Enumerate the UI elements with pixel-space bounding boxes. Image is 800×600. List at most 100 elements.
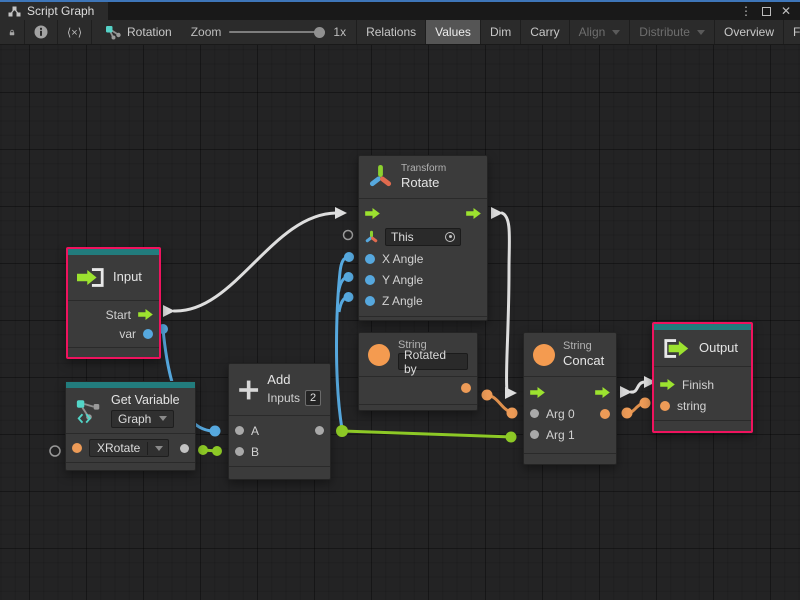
port-label: A — [251, 424, 259, 438]
string-node-header: String Rotated by — [359, 333, 477, 376]
port-label: Y Angle — [382, 273, 423, 287]
value-input-port[interactable] — [235, 426, 244, 435]
maximize-icon[interactable] — [758, 3, 774, 19]
rotate-node-header: Transform Rotate — [359, 156, 487, 198]
flow-output-port[interactable] — [595, 387, 610, 398]
variable-icon — [75, 396, 103, 425]
port-label: Finish — [682, 378, 714, 392]
node-rotate[interactable]: Transform Rotate This — [358, 155, 488, 321]
zoom-value: 1x — [333, 25, 346, 39]
input-event-icon — [77, 267, 105, 288]
values-button[interactable]: Values — [426, 20, 481, 44]
script-graph-window: Script Graph ⋮ ✕ ⟨×⟩ — [0, 0, 800, 600]
flow-input-port[interactable] — [365, 208, 380, 219]
inputs-count-field[interactable]: 2 — [305, 390, 321, 406]
maximize-glyph — [762, 7, 771, 16]
toolbar-right-buttons: Relations Values Dim Carry Align Distrib… — [357, 20, 800, 44]
node-get-variable[interactable]: Get Variable Graph XRotate — [65, 381, 196, 471]
carry-button[interactable]: Carry — [521, 20, 569, 44]
variable-name-port[interactable] — [72, 443, 82, 453]
value-output-port[interactable] — [600, 409, 610, 419]
variable-name: XRotate — [90, 440, 147, 456]
transform-icon — [365, 230, 378, 244]
tab-script-graph[interactable]: Script Graph — [0, 2, 108, 20]
value-input-port[interactable] — [530, 430, 539, 439]
info-button[interactable] — [25, 20, 58, 44]
object-picker-icon[interactable] — [445, 232, 455, 242]
lock-button[interactable] — [0, 20, 25, 44]
this-value: This — [391, 230, 414, 244]
carry-label: Carry — [530, 25, 559, 39]
value-input-port[interactable] — [530, 409, 539, 418]
port-label: B — [251, 445, 259, 459]
string-value-field[interactable]: Rotated by — [398, 353, 468, 370]
flow-output-port[interactable] — [138, 309, 153, 320]
variable-name-dropdown[interactable]: XRotate — [89, 439, 169, 457]
code-view-glyph: ⟨×⟩ — [67, 26, 82, 39]
port-row-finish: Finish — [654, 374, 751, 395]
value-output-port[interactable] — [143, 329, 153, 339]
window-menu-icon[interactable]: ⋮ — [738, 3, 754, 19]
node-title: Concat — [563, 354, 604, 369]
zoom-label: Zoom — [191, 25, 222, 39]
zoom-slider[interactable] — [229, 31, 325, 33]
flow-input-port[interactable] — [660, 379, 675, 390]
node-footer — [524, 453, 616, 464]
get-variable-header: Get Variable Graph — [66, 388, 195, 433]
value-input-port[interactable] — [365, 275, 375, 285]
value-output-port[interactable] — [461, 383, 471, 393]
chevron-down-icon — [159, 416, 167, 421]
port-label: Z Angle — [382, 294, 423, 308]
dim-button[interactable]: Dim — [481, 20, 521, 44]
chevron-down-icon — [155, 446, 163, 451]
node-footer — [68, 347, 159, 357]
node-add[interactable]: Add Inputs 2 A B — [228, 363, 331, 480]
code-view-button[interactable]: ⟨×⟩ — [58, 20, 92, 44]
overview-label: Overview — [724, 25, 774, 39]
value-output-port[interactable] — [315, 426, 324, 435]
node-title: Input — [113, 270, 142, 285]
full-screen-button[interactable]: Full Screen — [784, 20, 800, 44]
info-icon — [34, 25, 48, 39]
chevron-down-icon — [697, 30, 705, 35]
variable-scope-dropdown[interactable]: Graph — [111, 410, 174, 428]
zoom-slider-handle[interactable] — [314, 27, 325, 38]
value-input-port[interactable] — [660, 401, 670, 411]
port-row-y-angle: Y Angle — [359, 270, 487, 291]
node-output[interactable]: Output Finish string — [652, 322, 753, 433]
port-label: Arg 0 — [546, 407, 575, 421]
relations-button[interactable]: Relations — [357, 20, 426, 44]
port-label: X Angle — [382, 252, 423, 266]
tab-bar: Script Graph ⋮ ✕ — [0, 0, 800, 20]
flow-input-port[interactable] — [530, 387, 545, 398]
output-event-icon — [663, 338, 691, 359]
overview-button[interactable]: Overview — [715, 20, 784, 44]
port-label: Arg 1 — [546, 428, 575, 442]
port-row-output — [359, 377, 477, 399]
graph-icon — [8, 6, 21, 17]
value-input-port[interactable] — [365, 254, 375, 264]
node-string-literal[interactable]: String Rotated by — [358, 332, 478, 411]
dropdown-arrow-section[interactable] — [147, 442, 168, 455]
port-row-a: A — [229, 420, 330, 441]
plus-icon — [238, 377, 259, 403]
node-concat[interactable]: String Concat Arg 0 Arg 1 — [523, 332, 617, 465]
port-row-z-angle: Z Angle — [359, 291, 487, 312]
close-icon[interactable]: ✕ — [778, 3, 794, 19]
value-input-port[interactable] — [365, 296, 375, 306]
flow-output-port[interactable] — [466, 208, 481, 219]
relations-label: Relations — [366, 25, 416, 39]
string-icon — [368, 344, 390, 366]
node-input[interactable]: Input Start var — [66, 247, 161, 359]
graph-breadcrumb[interactable]: Rotation — [92, 20, 181, 44]
add-node-header: Add Inputs 2 — [229, 364, 330, 415]
node-footer — [229, 466, 330, 479]
scope-value: Graph — [118, 412, 151, 426]
value-input-port[interactable] — [235, 447, 244, 456]
node-footer — [359, 404, 477, 410]
string-icon — [533, 344, 555, 366]
value-output-port[interactable] — [180, 444, 189, 453]
full-screen-label: Full Screen — [793, 25, 800, 39]
input-node-header: Input — [68, 255, 159, 300]
this-object-field[interactable]: This — [385, 228, 461, 246]
